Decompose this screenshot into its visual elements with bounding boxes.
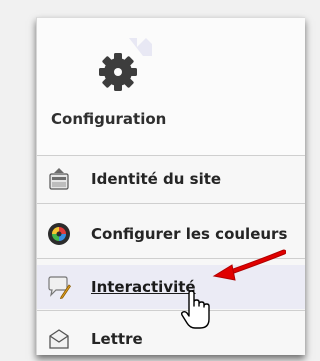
site-identity-icon — [47, 167, 71, 191]
menu-item-lettre[interactable]: Lettre — [37, 317, 305, 355]
divider — [37, 155, 305, 156]
menu-item-identite-du-site[interactable]: Identité du site — [37, 157, 305, 201]
menu-item-label: Lettre — [91, 330, 143, 348]
newsletter-icon — [47, 327, 71, 351]
menu-item-label: Configurer les couleurs — [91, 225, 288, 243]
divider — [37, 310, 305, 311]
menu-title: Configuration — [51, 110, 167, 128]
configuration-menu: Configuration Identité du site Configure… — [36, 17, 305, 355]
menu-item-configurer-les-couleurs[interactable]: Configurer les couleurs — [37, 212, 305, 256]
menu-header: Configuration — [37, 18, 305, 155]
menu-item-label: Interactivité — [91, 278, 196, 296]
gear-icon — [96, 34, 158, 96]
interactivity-icon — [47, 275, 72, 300]
menu-item-interactivite[interactable]: Interactivité — [37, 265, 305, 309]
color-wheel-icon — [47, 222, 71, 246]
divider — [37, 258, 305, 259]
menu-item-label: Identité du site — [91, 170, 222, 188]
divider — [37, 203, 305, 204]
